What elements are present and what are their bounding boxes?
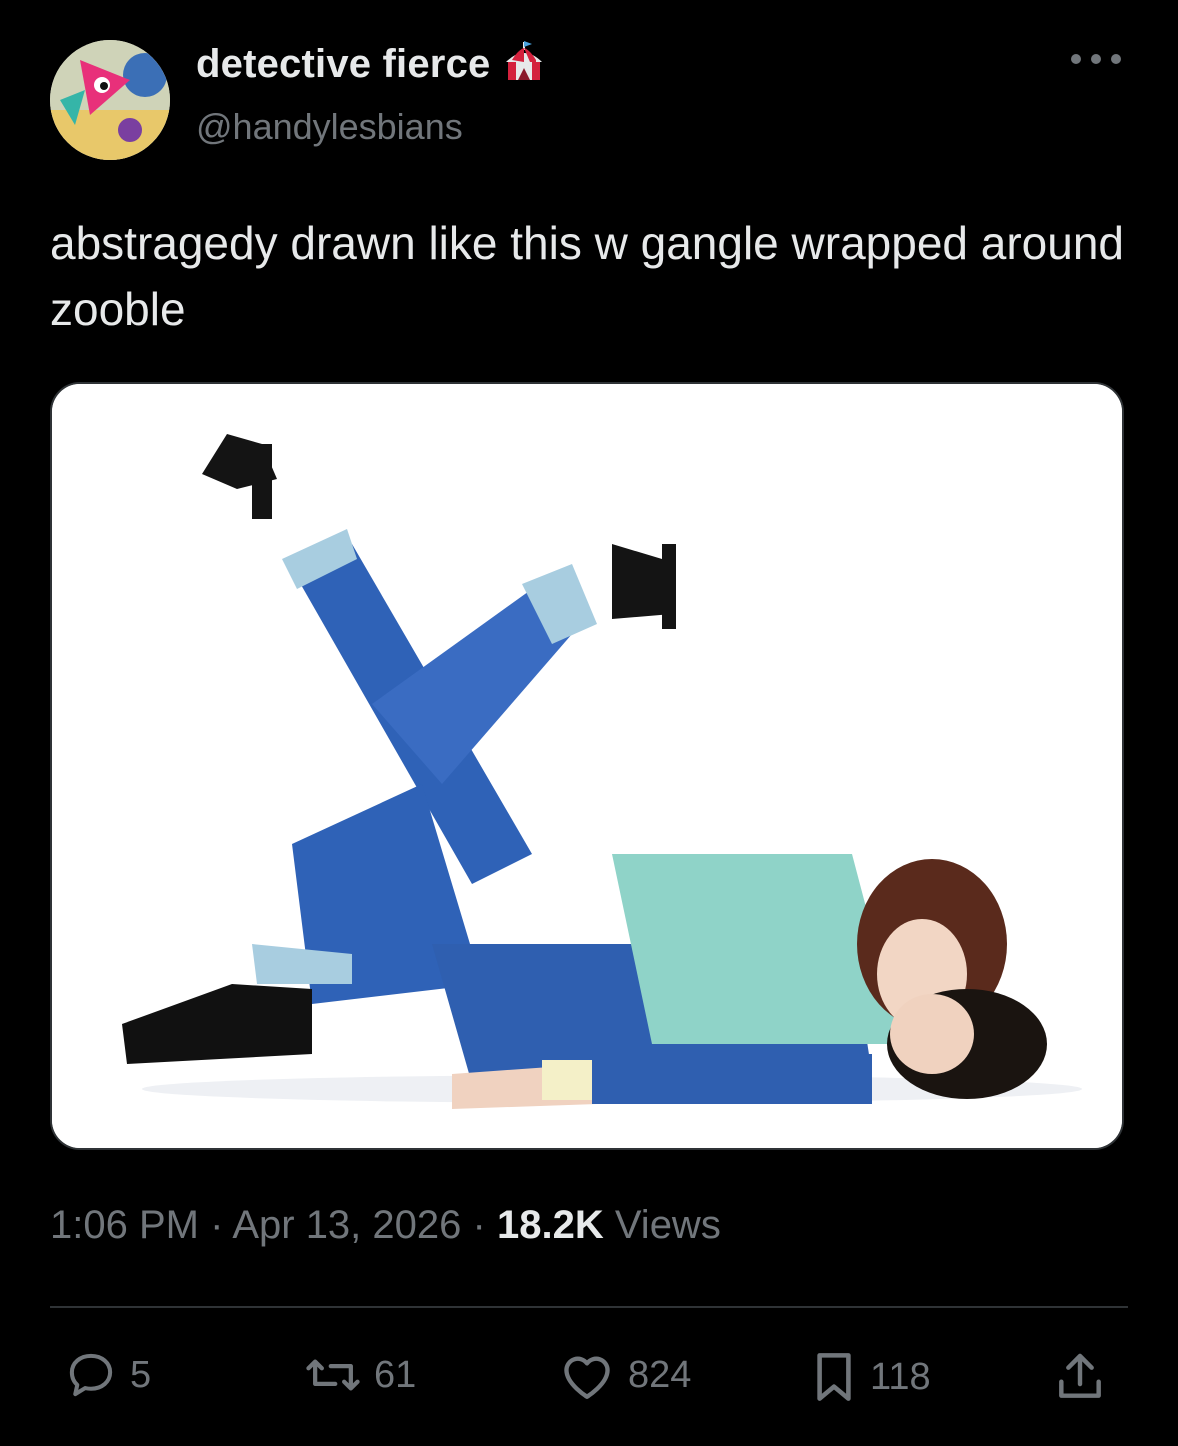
meta-separator: ·	[210, 1203, 224, 1247]
tweet-date[interactable]: Apr 13, 2026	[232, 1203, 461, 1247]
meta-separator: ·	[472, 1203, 486, 1247]
repost-count: 61	[374, 1353, 417, 1396]
reply-icon	[64, 1348, 118, 1402]
views-label[interactable]: Views	[615, 1203, 721, 1247]
avatar[interactable]	[50, 40, 170, 160]
tweet-time[interactable]: 1:06 PM	[50, 1203, 199, 1247]
repost-icon	[304, 1348, 362, 1402]
photo-two-people-posing	[52, 384, 1122, 1148]
circus-tent-icon	[504, 40, 544, 89]
tweet-text: abstragedy drawn like this w gangle wrap…	[50, 217, 1124, 335]
heart-icon	[558, 1348, 616, 1402]
like-button[interactable]: 824	[558, 1348, 691, 1402]
divider	[50, 1306, 1128, 1308]
action-bar: 5 61 824 118	[50, 1348, 1128, 1418]
more-options-icon[interactable]	[1070, 52, 1122, 71]
bookmark-icon	[810, 1348, 858, 1406]
author-display-name[interactable]: detective fierce	[196, 42, 490, 87]
like-count: 824	[628, 1353, 692, 1396]
tweet-image[interactable]	[50, 382, 1124, 1150]
repost-button[interactable]: 61	[304, 1348, 416, 1402]
views-count[interactable]: 18.2K	[497, 1203, 604, 1247]
reply-button[interactable]: 5	[64, 1348, 151, 1402]
author-handle[interactable]: @handylesbians	[196, 106, 463, 148]
bookmark-count: 118	[870, 1355, 931, 1398]
bookmark-button[interactable]: 118	[810, 1348, 931, 1406]
reply-count: 5	[130, 1353, 152, 1396]
avatar-image	[50, 40, 170, 160]
tweet-meta: 1:06 PM · Apr 13, 2026 · 18.2K Views	[50, 1203, 721, 1248]
share-button[interactable]	[1052, 1348, 1108, 1406]
share-icon	[1052, 1348, 1108, 1406]
